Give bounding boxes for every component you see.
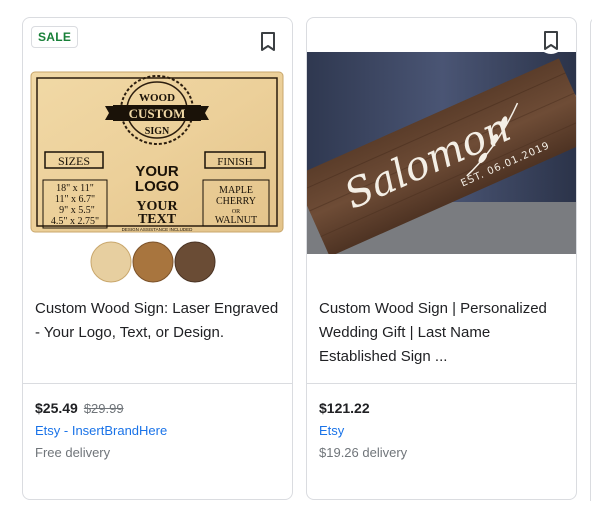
bookmark-icon (261, 32, 275, 51)
logo-line: TEXT (138, 212, 177, 227)
price-row: $121.22 (319, 400, 370, 416)
product-image[interactable]: WOOD CUSTOM SIGN SIZES 18" x 11" 11" x 6… (29, 70, 285, 292)
product-image[interactable]: Salomon EST. 06.01.2019 (307, 52, 577, 254)
seller-link[interactable]: Etsy (319, 423, 344, 438)
size-option: 18" x 11" (56, 183, 94, 194)
size-option: 11" x 6.7" (55, 194, 95, 205)
size-option: 4.5" x 2.75" (51, 216, 99, 227)
divider (307, 383, 576, 384)
sale-badge: SALE (31, 26, 79, 48)
finish-option: WALNUT (215, 215, 257, 226)
product-card[interactable]: Salomon EST. 06.01.2019 Custom Wood Sign… (306, 17, 577, 500)
finish-label: FINISH (217, 156, 253, 168)
sign-bottom-word: SIGN (145, 126, 170, 137)
product-title[interactable]: Custom Wood Sign | Personalized Wedding … (319, 297, 569, 369)
sign-banner: CUSTOM (129, 106, 186, 121)
design-assistance-note: DESIGN ASSISTANCE INCLUDED (122, 227, 193, 232)
delivery-info: Free delivery (35, 445, 111, 460)
price: $121.22 (319, 400, 370, 416)
divider (23, 383, 292, 384)
bookmark-icon (544, 31, 558, 50)
bookmark-button[interactable] (256, 30, 280, 54)
logo-line: LOGO (135, 178, 179, 195)
price: $25.49 (35, 400, 78, 416)
original-price: $29.99 (83, 401, 124, 416)
price-row: $25.49 $29.99 (35, 400, 124, 416)
finish-option: MAPLE (219, 185, 253, 196)
product-card[interactable]: SALE WOOD CUSTOM SIGN SIZES 18" x 11" 11… (22, 17, 293, 500)
sign-top-word: WOOD (139, 92, 175, 104)
sizes-label: SIZES (58, 154, 90, 168)
bookmark-button[interactable] (538, 28, 564, 54)
size-option: 9" x 5.5" (59, 205, 95, 216)
finish-option: CHERRY (216, 196, 256, 207)
delivery-info: $19.26 delivery (319, 445, 408, 460)
seller-link[interactable]: Etsy - InsertBrandHere (35, 423, 167, 438)
product-title[interactable]: Custom Wood Sign: Laser Engraved - Your … (35, 297, 285, 345)
